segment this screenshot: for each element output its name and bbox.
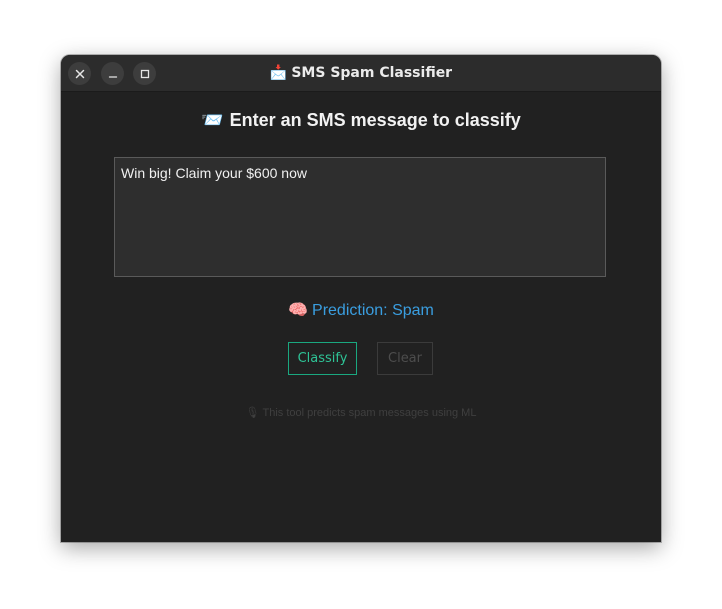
clear-button[interactable]: Clear — [377, 342, 433, 375]
app-window: 📩 SMS Spam Classifier 📨 Enter an SMS messa… — [61, 55, 661, 542]
window-title-text: SMS Spam Classifier — [291, 65, 453, 81]
footer-text: This tool predicts spam messages using M… — [262, 407, 477, 419]
page-heading-text: Enter an SMS message to classify — [229, 110, 521, 130]
prediction-text: Prediction: Spam — [312, 302, 434, 319]
brain-icon: 🧠 — [288, 302, 309, 319]
classify-button[interactable]: Classify — [288, 342, 357, 375]
message-input[interactable]: Win big! Claim your $600 now — [114, 157, 606, 277]
footer-note: 🎙 This tool predicts spam messages using … — [61, 406, 661, 420]
prediction-result: 🧠 Prediction: Spam — [61, 301, 661, 321]
title-bar[interactable]: 📩 SMS Spam Classifier — [61, 55, 661, 92]
main-content: 📨 Enter an SMS message to classify Win bi… — [61, 91, 661, 542]
window-title: 📩 SMS Spam Classifier — [61, 64, 661, 82]
incoming-envelope-icon: 📨 — [201, 110, 224, 130]
microphone-icon: 🎙 — [245, 407, 260, 419]
inbox-tray-icon: 📩 — [269, 65, 288, 81]
page-heading: 📨 Enter an SMS message to classify — [61, 109, 661, 131]
